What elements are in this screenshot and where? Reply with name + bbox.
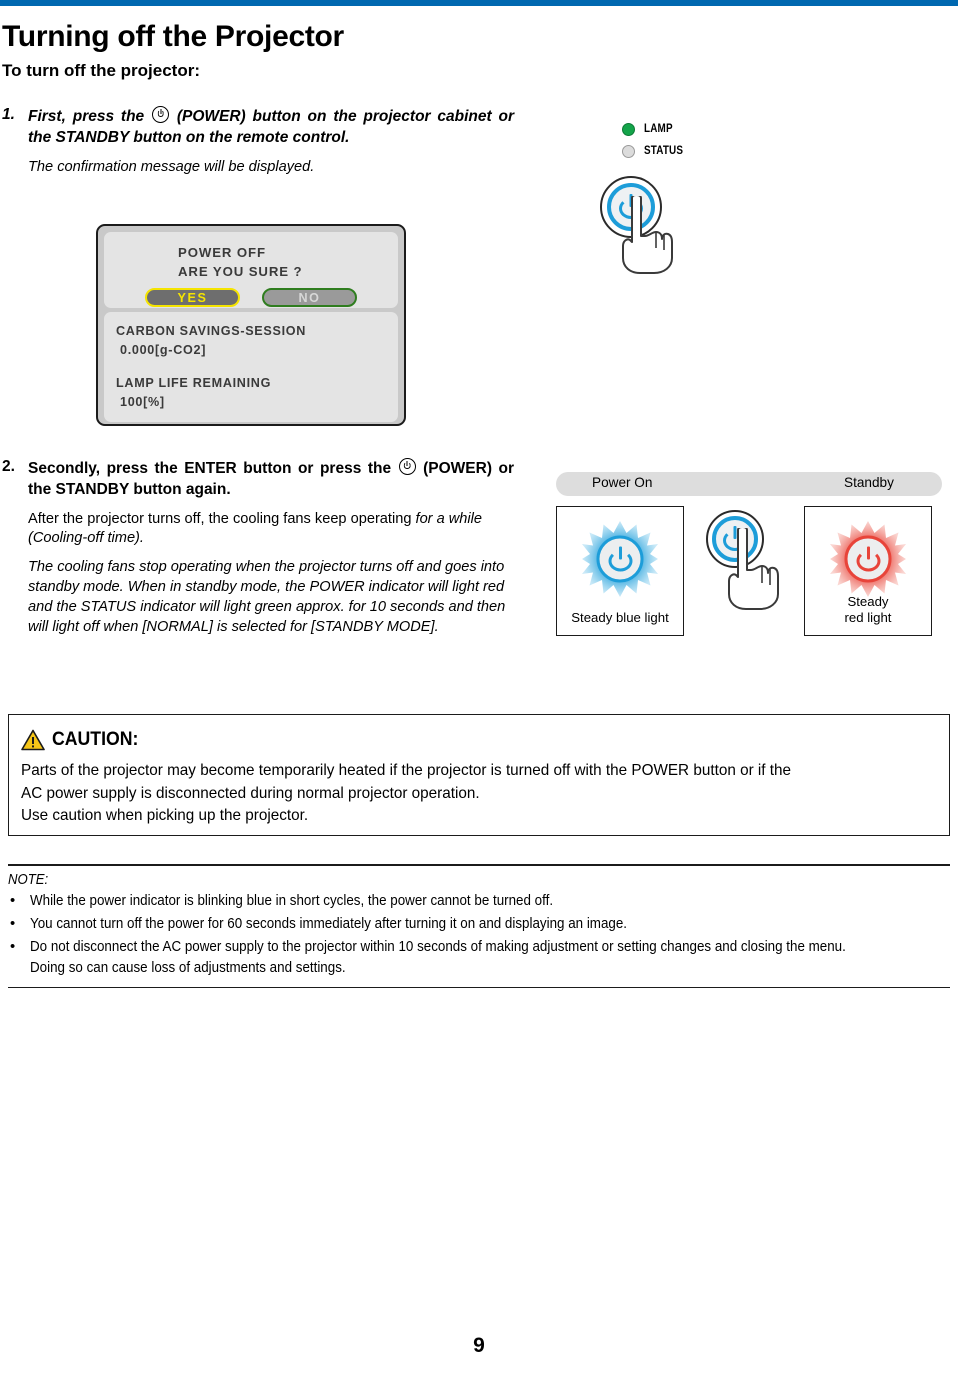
diagram-label-standby: Standby — [844, 475, 894, 490]
note-title: NOTE: — [8, 871, 49, 888]
note-list-item: • Do not disconnect the AC power supply … — [8, 937, 950, 980]
caution-body: Parts of the projector may become tempor… — [21, 760, 896, 828]
note-list-item: • While the power indicator is blinking … — [8, 891, 950, 912]
step-2-para1-plain: After the projector turns off, the cooli… — [28, 510, 416, 527]
note-block: NOTE: • While the power indicator is bli… — [8, 864, 950, 989]
note-bullet-icon: • — [10, 892, 16, 909]
note-item-text: You cannot turn off the power for 60 sec… — [30, 915, 628, 932]
warning-triangle-icon — [21, 729, 45, 751]
step-2: 2. Secondly, press the ENTER button or p… — [2, 458, 514, 638]
projector-cabinet-illustration: LAMP STATUS — [600, 118, 750, 274]
power-icon — [398, 458, 416, 475]
lamp-indicator-label: LAMP — [644, 123, 673, 135]
diagram-header-bar: Power On Standby — [556, 472, 942, 496]
power-on-caption: Steady blue light — [571, 609, 669, 625]
diagram-label-power-on: Power On — [592, 475, 653, 490]
lamp-indicator-icon — [622, 122, 635, 136]
step-2-lead: Secondly, press the ENTER button or pres… — [28, 458, 514, 501]
osd-power-off-dialog: POWER OFF ARE YOU SURE ? YES NO CARBON S… — [96, 224, 406, 426]
note-list-item: • You cannot turn off the power for 60 s… — [8, 914, 950, 935]
osd-line-are-you-sure: ARE YOU SURE ? — [178, 263, 303, 279]
pointing-hand-icon — [614, 194, 676, 274]
caution-line-3: Use caution when picking up the projecto… — [21, 807, 309, 825]
caution-header: CAUTION: — [21, 727, 937, 753]
status-indicator-label: STATUS — [644, 145, 684, 157]
note-item-text: While the power indicator is blinking bl… — [30, 892, 554, 909]
step-2-paragraph-2: The cooling fans stop operating when the… — [28, 559, 506, 635]
osd-info-panel: CARBON SAVINGS-SESSION 0.000[g-CO2] LAMP… — [104, 312, 398, 422]
step-1-lead: First, press the (POWER) button on the p… — [28, 106, 514, 149]
step-1-number: 1. — [2, 106, 15, 123]
step-2-paragraph-1: After the projector turns off, the cooli… — [28, 510, 514, 550]
osd-lamp-life-label: LAMP LIFE REMAINING — [116, 375, 272, 390]
osd-carbon-label: CARBON SAVINGS-SESSION — [116, 324, 307, 338]
note-item-text: Do not disconnect the AC power supply to… — [30, 939, 846, 977]
power-symbol-icon — [608, 546, 632, 571]
caution-title: CAUTION: — [52, 729, 139, 750]
standby-state-box: Steady red light — [804, 506, 932, 636]
caution-line-1: Parts of the projector may become tempor… — [21, 762, 792, 779]
caution-line-2: AC power supply is disconnected during n… — [21, 784, 480, 802]
caution-box: CAUTION: Parts of the projector may beco… — [8, 714, 950, 836]
osd-line-power-off: POWER OFF — [178, 245, 266, 260]
power-symbol-icon — [856, 546, 880, 571]
osd-button-row: YES NO — [104, 288, 398, 308]
osd-yes-button[interactable]: YES — [145, 288, 240, 308]
power-on-lamp-face — [596, 535, 644, 583]
osd-spacer — [116, 360, 398, 374]
indicator-row-status: STATUS — [622, 140, 750, 162]
red-lamp-burst — [830, 521, 906, 597]
step-2-lead-part-a: Secondly, press the ENTER button or pres… — [28, 460, 392, 477]
power-on-state-box: Steady blue light — [556, 506, 684, 636]
step-2-number: 2. — [2, 458, 15, 475]
osd-confirm-panel: POWER OFF ARE YOU SURE ? YES NO — [104, 232, 398, 308]
status-indicator-icon — [622, 144, 635, 158]
standby-caption: Steady red light — [805, 594, 931, 626]
standby-lamp-face — [844, 535, 892, 583]
page-title: Turning off the Projector — [2, 20, 344, 53]
pointing-hand-icon — [720, 526, 782, 610]
note-bottom-rule — [8, 986, 950, 989]
page-number: 9 — [473, 1334, 485, 1357]
note-bullet-icon: • — [10, 915, 16, 932]
standby-caption-line-1: Steady — [847, 593, 889, 609]
power-state-diagram: Power On Standby Steady blue light Stead… — [556, 472, 942, 647]
manual-page: Turning off the Projector To turn off th… — [0, 6, 958, 1373]
standby-caption-line-2: red light — [844, 609, 892, 625]
note-content: NOTE: • While the power indicator is bli… — [8, 866, 950, 987]
power-icon — [152, 106, 169, 123]
note-bullet-icon: • — [10, 939, 16, 956]
osd-carbon-value: 0.000[g-CO2] — [120, 342, 207, 357]
osd-lamp-life-value: 100[%] — [120, 394, 165, 409]
step-1: 1. First, press the (POWER) button on th… — [2, 106, 514, 177]
page-subtitle: To turn off the projector: — [2, 61, 200, 80]
indicator-row-lamp: LAMP — [622, 118, 750, 140]
step-1-note: The confirmation message will be display… — [28, 158, 315, 175]
osd-no-button[interactable]: NO — [262, 288, 357, 308]
blue-lamp-burst — [582, 521, 658, 597]
step-1-lead-part-a: First, press the — [28, 108, 145, 125]
